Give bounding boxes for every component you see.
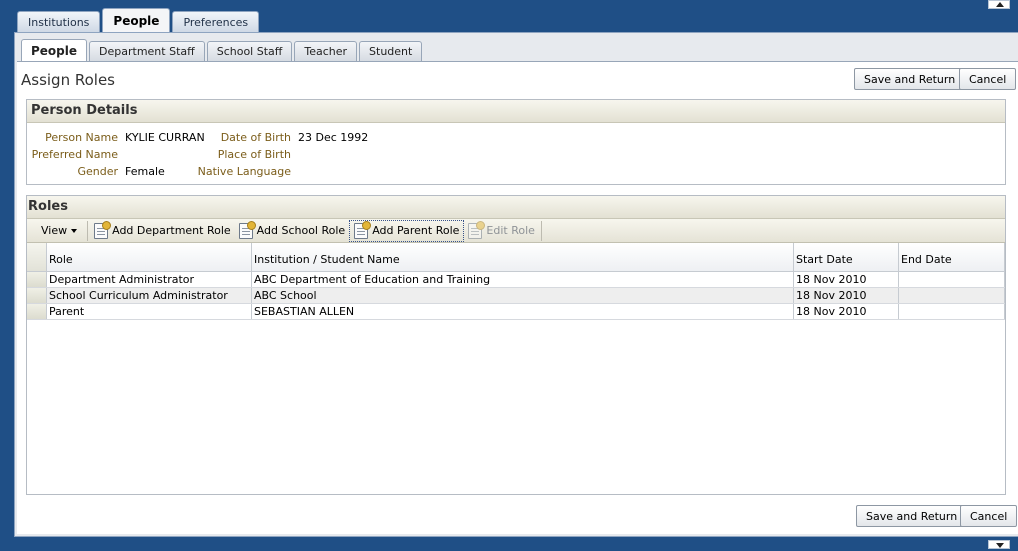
chevron-down-icon (71, 228, 78, 233)
row-selector[interactable] (27, 288, 47, 303)
add-school-role-label: Add School Role (256, 224, 346, 237)
cell-start-date: 18 Nov 2010 (794, 272, 899, 287)
subtab-school-staff[interactable]: School Staff (206, 41, 293, 61)
view-menu-label: View (41, 224, 68, 237)
table-row[interactable]: Parent SEBASTIAN ALLEN 18 Nov 2010 (27, 304, 1005, 320)
add-department-role-label: Add Department Role (112, 224, 231, 237)
cell-end-date (899, 304, 1005, 319)
edit-role-button[interactable]: Edit Role (464, 220, 539, 242)
view-menu[interactable]: View (29, 220, 85, 242)
detail-label: Person Name (45, 131, 118, 144)
cell-start-date: 18 Nov 2010 (794, 304, 899, 319)
save-and-return-button-bottom[interactable]: Save and Return (856, 505, 968, 527)
table-header: Role Institution / Student Name Start Da… (27, 243, 1005, 272)
person-details-header: Person Details (27, 100, 1005, 123)
top-tab-bar: Institutions People Preferences (17, 8, 261, 32)
row-header-corner (27, 243, 47, 271)
detail-gender: Gender Female (27, 163, 165, 180)
edit-role-label: Edit Role (486, 224, 535, 237)
add-school-role-button[interactable]: Add School Role (235, 220, 350, 242)
cell-start-date: 18 Nov 2010 (794, 288, 899, 303)
roles-section: Roles View Add Department Role Add Schoo… (26, 195, 1006, 495)
sub-tab-bar: People Department Staff School Staff Tea… (21, 39, 424, 61)
column-header-institution[interactable]: Institution / Student Name (252, 243, 794, 271)
table-row[interactable]: Department Administrator ABC Department … (27, 272, 1005, 288)
detail-date-of-birth: Date of Birth 23 Dec 1992 (197, 129, 369, 146)
tab-institutions[interactable]: Institutions (17, 11, 101, 32)
scroll-up-icon[interactable] (988, 0, 1010, 9)
row-selector[interactable] (27, 272, 47, 287)
tab-preferences[interactable]: Preferences (172, 11, 260, 32)
column-header-role[interactable]: Role (47, 243, 252, 271)
add-document-icon (238, 220, 256, 239)
person-details-section: Person Details Person Name KYLIE CURRAN … (26, 99, 1006, 185)
save-and-return-button-top[interactable]: Save and Return (854, 68, 966, 90)
detail-value: 23 Dec 1992 (298, 131, 369, 144)
tab-people[interactable]: People (102, 8, 171, 32)
add-department-role-button[interactable]: Add Department Role (90, 220, 235, 242)
detail-label: Gender (77, 165, 118, 178)
subtab-department-staff[interactable]: Department Staff (89, 41, 205, 61)
detail-label: Date of Birth (220, 131, 291, 144)
toolbar-divider (540, 220, 542, 241)
roles-toolbar: View Add Department Role Add School Role… (27, 219, 1005, 243)
detail-label: Place of Birth (217, 148, 291, 161)
detail-place-of-birth: Place of Birth (197, 146, 298, 163)
detail-value: KYLIE CURRAN (125, 131, 205, 144)
cancel-button-bottom[interactable]: Cancel (960, 505, 1018, 527)
roles-table: Role Institution / Student Name Start Da… (27, 243, 1005, 494)
add-parent-role-button[interactable]: Add Parent Role (349, 219, 465, 242)
add-document-icon (94, 220, 112, 239)
cell-role: Parent (47, 304, 252, 319)
add-document-icon (354, 220, 372, 239)
detail-person-name: Person Name KYLIE CURRAN (27, 129, 205, 146)
subtab-teacher[interactable]: Teacher (294, 41, 358, 61)
roles-header: Roles (27, 196, 1005, 219)
cell-end-date (899, 288, 1005, 303)
column-header-start-date[interactable]: Start Date (794, 243, 899, 271)
cell-institution: ABC School (252, 288, 794, 303)
detail-value: Female (125, 165, 165, 178)
detail-label: Preferred Name (31, 148, 118, 161)
content-area: Assign Roles Save and Return Cancel Pers… (17, 61, 1018, 534)
cell-institution: SEBASTIAN ALLEN (252, 304, 794, 319)
cell-role: School Curriculum Administrator (47, 288, 252, 303)
detail-native-language: Native Language (197, 163, 298, 180)
row-selector[interactable] (27, 304, 47, 319)
subtab-student[interactable]: Student (359, 41, 423, 61)
scroll-down-icon[interactable] (988, 540, 1010, 549)
cell-institution: ABC Department of Education and Training (252, 272, 794, 287)
edit-document-icon (468, 220, 486, 239)
detail-preferred-name: Preferred Name (27, 146, 125, 163)
subtab-people[interactable]: People (21, 39, 88, 61)
table-row[interactable]: School Curriculum Administrator ABC Scho… (27, 288, 1005, 304)
cell-end-date (899, 272, 1005, 287)
page-title: Assign Roles (21, 71, 115, 89)
cancel-button-top[interactable]: Cancel (959, 68, 1017, 90)
column-header-end-date[interactable]: End Date (899, 243, 1005, 271)
toolbar-divider (87, 220, 89, 241)
main-panel: People Department Staff School Staff Tea… (14, 32, 1018, 537)
detail-label: Native Language (197, 165, 291, 178)
add-parent-role-label: Add Parent Role (372, 224, 460, 237)
cell-role: Department Administrator (47, 272, 252, 287)
